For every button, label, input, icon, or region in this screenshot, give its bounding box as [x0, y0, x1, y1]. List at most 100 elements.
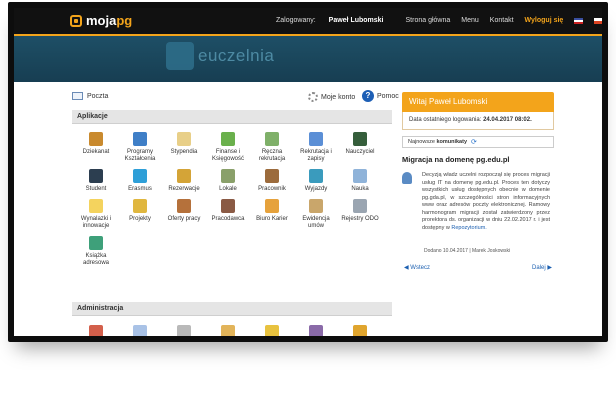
app-window: moja pg Zalogowany: Paweł Lubomski Strona… — [8, 2, 608, 342]
app-tile[interactable]: Pracownik — [250, 169, 294, 193]
logo-accent-text: pg — [116, 13, 133, 28]
flag-en-icon[interactable] — [574, 17, 584, 24]
suitcase-icon — [309, 169, 323, 183]
admin-tile[interactable] — [162, 325, 206, 336]
news-meta: Dodano 10.04.2017 | Marek Joskowski — [424, 248, 511, 254]
app-label: Lokale — [219, 186, 237, 192]
next-link[interactable]: Dalej ▶ — [532, 264, 552, 271]
next-arrow-icon: ▶ — [545, 265, 552, 271]
app-tile[interactable]: Finanse i Księgowość — [206, 132, 250, 163]
network-icon — [133, 132, 147, 146]
admin-users-icon — [89, 325, 103, 336]
admin-tile[interactable] — [250, 325, 294, 336]
employer-icon — [221, 199, 235, 213]
last-login: Data ostatniego logowania: 24.04.2017 08… — [402, 112, 554, 130]
admin-tile[interactable] — [206, 325, 250, 336]
app-tile[interactable]: Dziekanat — [74, 132, 118, 163]
account-label: Moje konto — [321, 93, 356, 101]
worker-icon — [265, 169, 279, 183]
last-login-value: 24.04.2017 08:02. — [483, 117, 532, 123]
admin-tile[interactable] — [294, 325, 338, 336]
news-pager: ◀ Wstecz Dalej ▶ — [402, 264, 554, 271]
apps-section-header: Aplikacje — [72, 110, 392, 124]
app-tile[interactable]: Rejestry ODO — [338, 199, 382, 230]
refresh-icon[interactable]: ⟳ — [471, 138, 477, 146]
app-label: Rejestry ODO — [341, 216, 379, 222]
logout-link[interactable]: Wyloguj się — [525, 17, 564, 24]
account-link[interactable]: Moje konto — [308, 92, 355, 102]
news-paragraph: Decyzją władz uczelni rozpoczął się proc… — [422, 172, 550, 231]
document-icon — [177, 132, 191, 146]
app-label: Student — [85, 186, 107, 192]
admin-group-icon — [309, 325, 323, 336]
app-label: Dziekanat — [82, 149, 110, 155]
form-icon — [265, 132, 279, 146]
nav-menu[interactable]: Menu — [461, 17, 479, 24]
app-label: Pracownik — [258, 186, 286, 192]
admin-tile[interactable] — [118, 325, 162, 336]
app-tile[interactable]: Wynalazki i innowacje — [74, 199, 118, 230]
help-link[interactable]: ? Pomoc — [362, 90, 399, 102]
app-tile[interactable]: Książka adresowa — [74, 236, 118, 267]
mail-link[interactable]: Poczta — [72, 92, 108, 100]
addressbook-icon — [89, 236, 103, 250]
bulb-icon — [89, 199, 103, 213]
author-icon — [402, 172, 412, 184]
admin-edit-icon — [221, 325, 235, 336]
app-tile[interactable]: Oferty pracy — [162, 199, 206, 230]
app-tile[interactable]: Nauczyciel — [338, 132, 382, 163]
app-label: Wynalazki i innowacje — [80, 216, 112, 229]
app-label: Książka adresowa — [82, 253, 109, 266]
prev-link[interactable]: ◀ Wstecz — [404, 264, 430, 271]
news-tab-prefix: Najnowsze — [408, 139, 435, 145]
admin-tile[interactable] — [74, 325, 118, 336]
news-tab-label: komunikaty — [436, 139, 468, 145]
app-tile[interactable]: Pracodawca — [206, 199, 250, 230]
sidebar-panel: Witaj Paweł Lubomski Data ostatniego log… — [402, 92, 554, 271]
people-icon — [177, 199, 191, 213]
app-label: Nauczyciel — [345, 149, 375, 155]
admin-section-header: Administracja — [72, 302, 392, 316]
archive-icon — [309, 199, 323, 213]
app-tile[interactable]: Ewidencja umów — [294, 199, 338, 230]
project-icon — [133, 199, 147, 213]
app-tile[interactable]: Lokale — [206, 169, 250, 193]
repository-link[interactable]: Repozytorium. — [451, 225, 486, 231]
admin-mail-icon — [133, 325, 147, 336]
nav-contact[interactable]: Kontakt — [490, 17, 514, 24]
app-tile[interactable]: Rekrutacja i zapisy — [294, 132, 338, 163]
top-bar: moja pg Zalogowany: Paweł Lubomski Strona… — [14, 8, 602, 34]
logged-in-info: Zalogowany: Paweł Lubomski — [276, 17, 395, 24]
app-tile[interactable]: Biuro Karier — [250, 199, 294, 230]
app-label: Ewidencja umów — [302, 216, 330, 229]
logo-icon — [70, 14, 82, 27]
app-tile[interactable]: Nauka — [338, 169, 382, 193]
app-label: Ręczna rekrutacja — [258, 149, 286, 162]
app-tile[interactable]: Rezerwacje — [162, 169, 206, 193]
app-label: Oferty pracy — [167, 216, 201, 222]
app-label: Pracodawca — [211, 216, 245, 222]
app-tile[interactable]: Programy Kształcenia — [118, 132, 162, 163]
news-tab[interactable]: Najnowsze komunikaty ⟳ — [402, 136, 554, 148]
mojapg-logo[interactable]: moja pg — [70, 13, 132, 28]
app-tile[interactable]: Student — [74, 169, 118, 193]
compass-icon — [265, 199, 279, 213]
puzzle-icon — [166, 42, 194, 70]
admin-icons-row — [74, 325, 382, 336]
prev-label: Wstecz — [410, 265, 430, 271]
admin-lock-icon — [353, 325, 367, 336]
euczelnia-logo: euczelnia — [166, 42, 274, 70]
envelope-icon — [72, 92, 83, 100]
app-tile[interactable]: Projekty — [118, 199, 162, 230]
app-label: Wyjazdy — [304, 186, 328, 192]
blackboard-icon — [353, 132, 367, 146]
app-tile[interactable]: Ręczna rekrutacja — [250, 132, 294, 163]
flag-pl-icon[interactable] — [594, 17, 602, 24]
nav-home[interactable]: Strona główna — [406, 17, 451, 24]
admin-tile[interactable] — [338, 325, 382, 336]
app-tile[interactable]: Stypendia — [162, 132, 206, 163]
mail-label: Poczta — [87, 92, 109, 100]
app-tile[interactable]: Erasmus — [118, 169, 162, 193]
app-tile[interactable]: Wyjazdy — [294, 169, 338, 193]
apps-grid: Dziekanat Programy Kształcenia Stypendia Fi… — [74, 132, 394, 267]
